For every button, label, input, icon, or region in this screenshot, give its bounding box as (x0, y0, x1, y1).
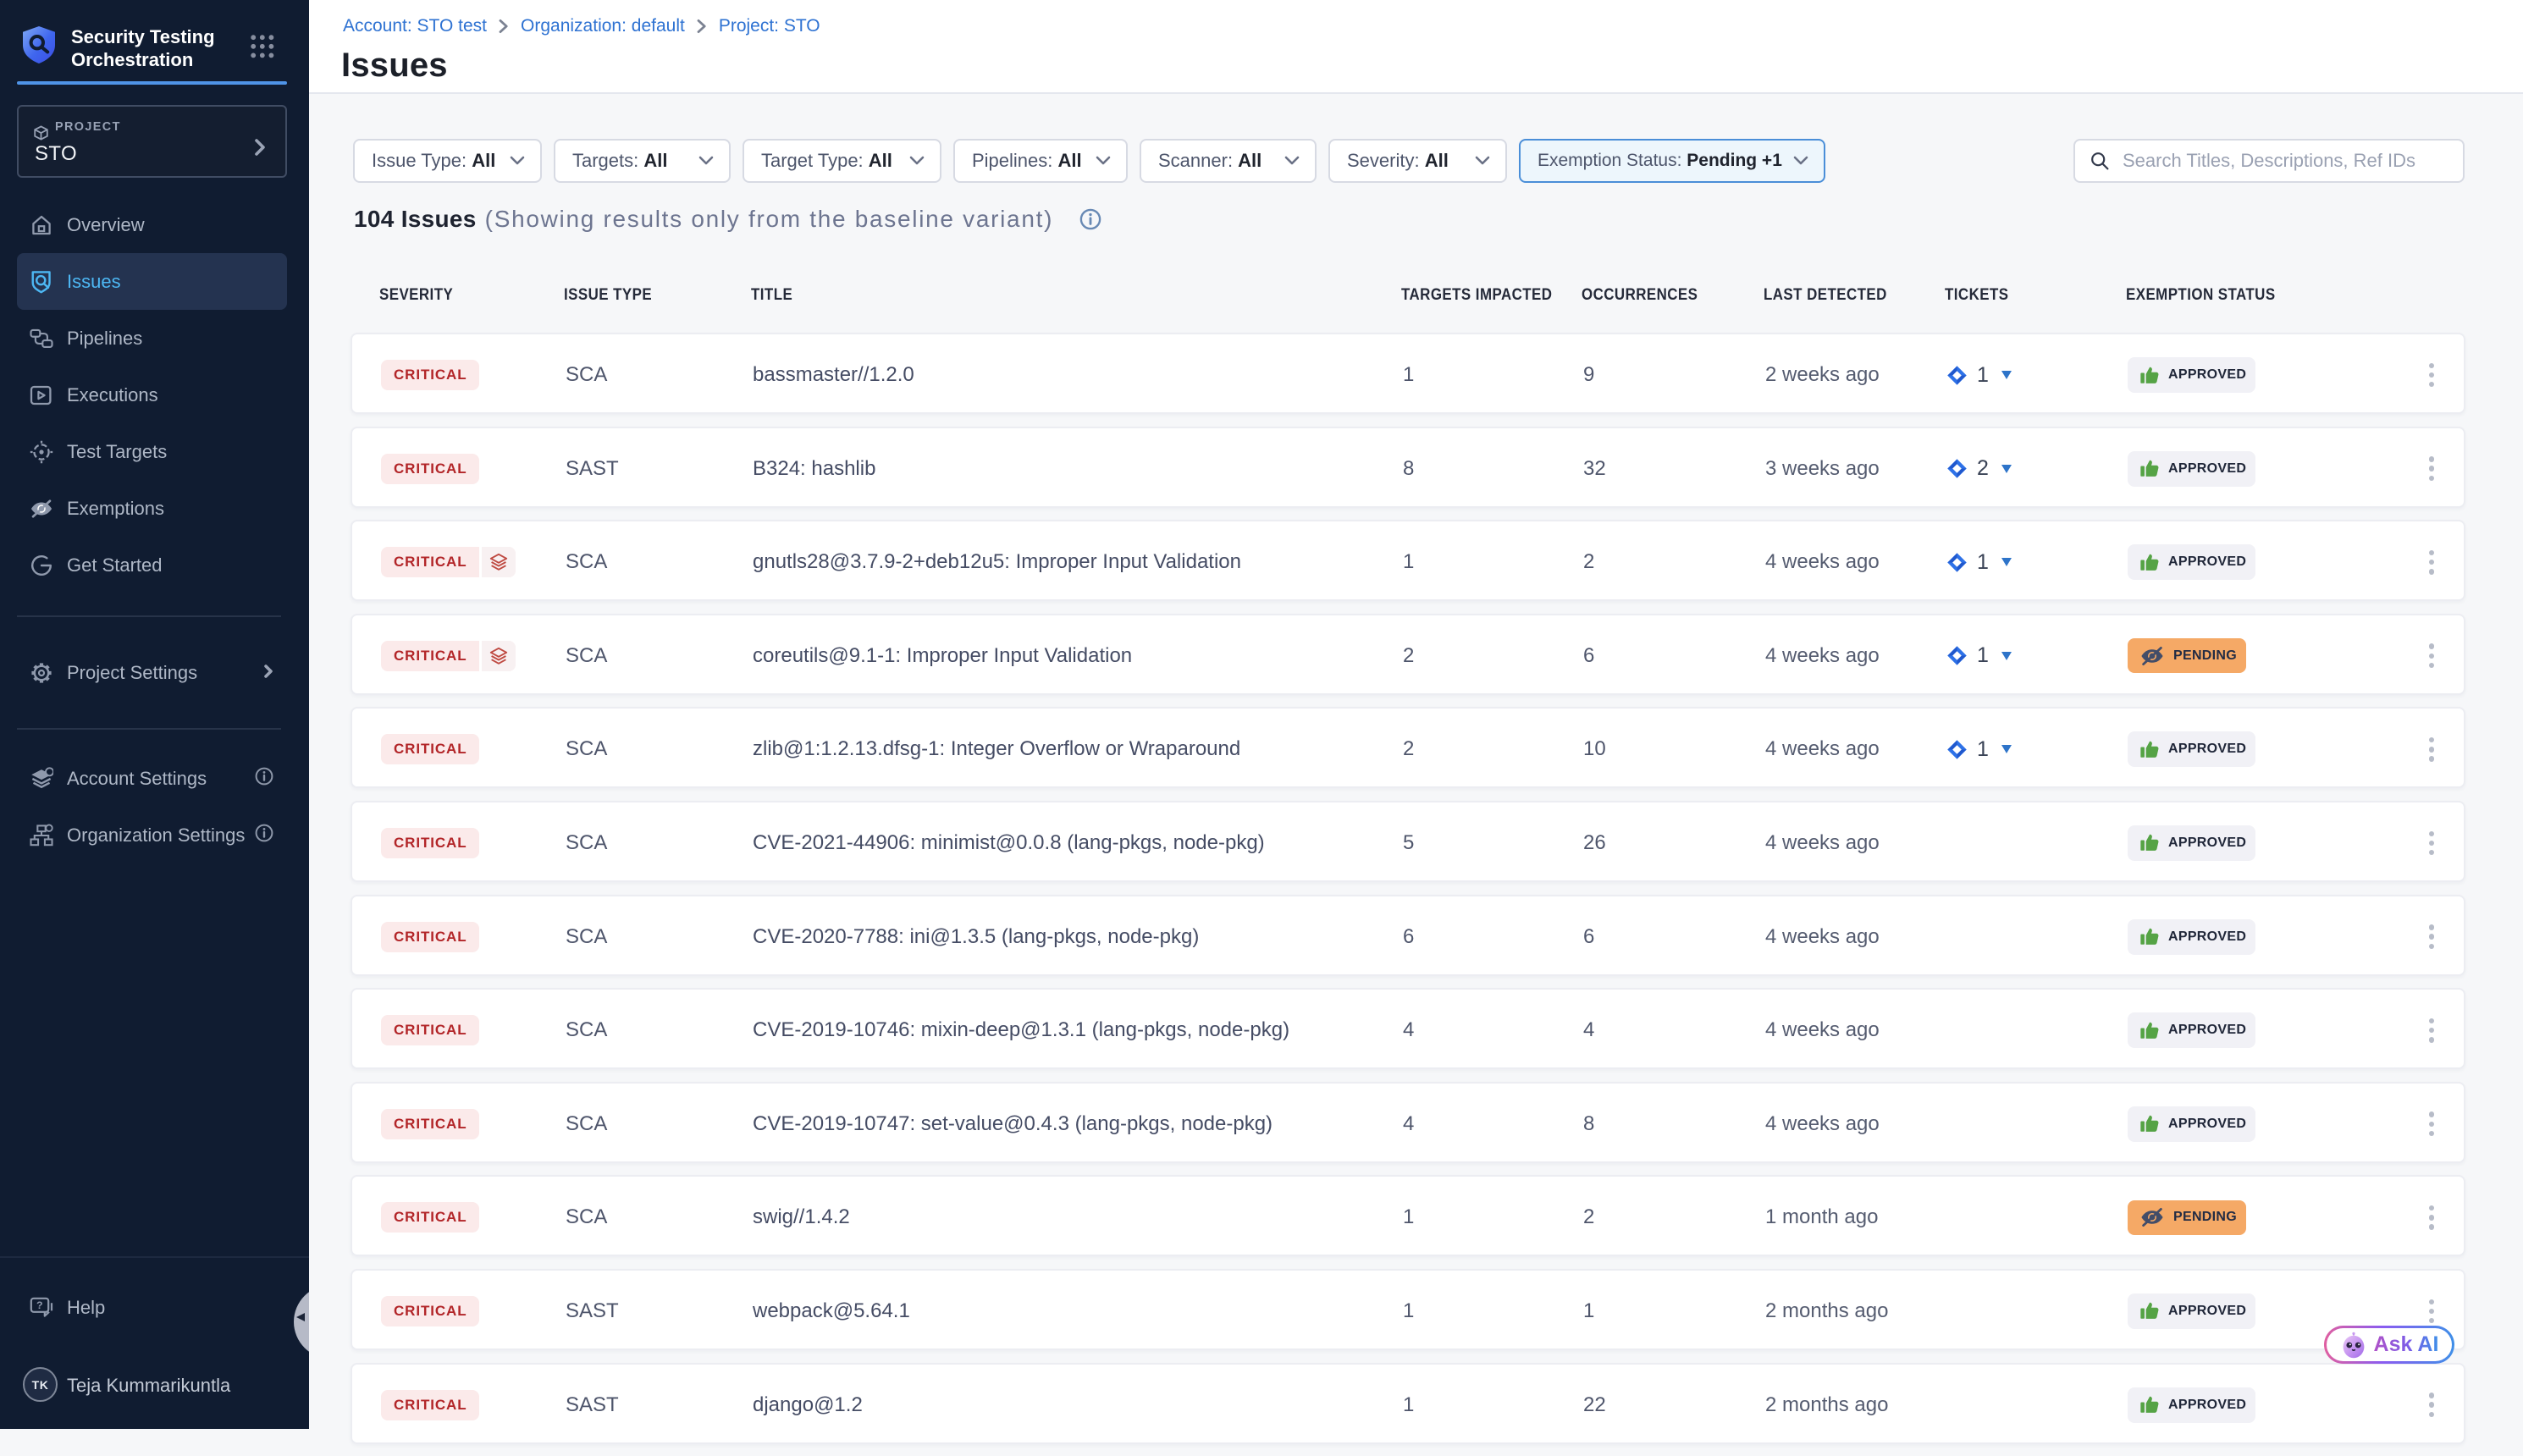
svg-text:?: ? (36, 1299, 43, 1311)
